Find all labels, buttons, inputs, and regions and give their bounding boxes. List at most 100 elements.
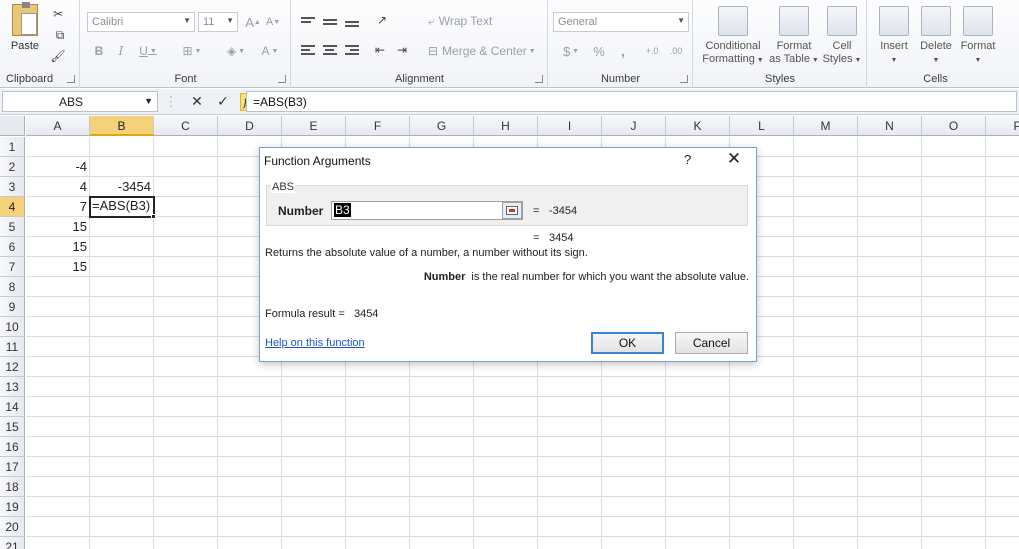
alignment-launcher-icon[interactable]: [535, 75, 543, 83]
column-header-f[interactable]: F: [346, 116, 410, 136]
row-header-3[interactable]: 3: [0, 177, 25, 197]
format-as-table-button[interactable]: Format as Table ▼: [768, 6, 820, 67]
column-header-b[interactable]: B: [90, 116, 154, 136]
column-header-h[interactable]: H: [474, 116, 538, 136]
column-header-n[interactable]: N: [858, 116, 922, 136]
column-header-l[interactable]: L: [730, 116, 794, 136]
column-header-g[interactable]: G: [410, 116, 474, 136]
shrink-font-button[interactable]: A ▼: [265, 13, 281, 31]
orientation-icon[interactable]: ↗: [372, 12, 392, 28]
row-header-5[interactable]: 5: [0, 217, 25, 237]
cell-a7[interactable]: 15: [26, 257, 90, 277]
format-painter-icon[interactable]: 🖌: [50, 48, 66, 64]
column-header-i[interactable]: I: [538, 116, 602, 136]
increase-indent-icon[interactable]: ⇥: [394, 42, 410, 58]
fill-handle[interactable]: [151, 214, 156, 219]
row-header-21[interactable]: 21: [0, 537, 25, 549]
align-bottom-icon[interactable]: [344, 12, 360, 28]
font-name-select[interactable]: Calibri ▼: [87, 12, 195, 32]
row-header-2[interactable]: 2: [0, 157, 25, 177]
collapse-dialog-icon[interactable]: [502, 202, 522, 219]
row-header-20[interactable]: 20: [0, 517, 25, 537]
currency-button[interactable]: $ ▼: [559, 42, 583, 60]
cell-styles-button[interactable]: Cell Styles ▼: [820, 6, 864, 67]
align-right-icon[interactable]: [344, 42, 360, 58]
conditional-formatting-button[interactable]: Conditional Formatting ▼: [698, 6, 768, 67]
format-button[interactable]: Format ▼: [958, 6, 998, 67]
cell-a5[interactable]: 15: [26, 217, 90, 237]
cell-a2[interactable]: -4: [26, 157, 90, 177]
row-header-13[interactable]: 13: [0, 377, 25, 397]
column-header-p[interactable]: P: [986, 116, 1019, 136]
column-header-m[interactable]: M: [794, 116, 858, 136]
row-header-14[interactable]: 14: [0, 397, 25, 417]
row-header-9[interactable]: 9: [0, 297, 25, 317]
row-header-19[interactable]: 19: [0, 497, 25, 517]
font-size-select[interactable]: 11 ▼: [198, 12, 238, 32]
underline-button[interactable]: U ▼: [135, 42, 161, 60]
column-header-k[interactable]: K: [666, 116, 730, 136]
help-on-function-link[interactable]: Help on this function: [265, 337, 365, 349]
row-header-6[interactable]: 6: [0, 237, 25, 257]
comma-button[interactable]: ,: [615, 42, 631, 60]
italic-button[interactable]: I: [113, 42, 129, 60]
help-icon[interactable]: ?: [684, 152, 691, 167]
merge-center-button[interactable]: ⊟ Merge & Center ▼: [428, 42, 544, 60]
cell-a6[interactable]: 15: [26, 237, 90, 257]
copy-icon[interactable]: ⧉: [50, 27, 70, 43]
row-header-12[interactable]: 12: [0, 357, 25, 377]
column-header-c[interactable]: C: [154, 116, 218, 136]
grow-font-button[interactable]: A ▲: [245, 13, 261, 31]
cancel-entry-icon[interactable]: ✕: [188, 93, 206, 111]
row-header-7[interactable]: 7: [0, 257, 25, 277]
decrease-decimal-label: .00: [669, 46, 683, 56]
enter-entry-icon[interactable]: ✓: [214, 93, 232, 111]
active-cell-b4[interactable]: =ABS(B3): [89, 196, 155, 218]
name-box[interactable]: ABS ▼: [2, 91, 158, 112]
row-header-16[interactable]: 16: [0, 437, 25, 457]
cell-a3[interactable]: 4: [26, 177, 90, 197]
align-top-icon[interactable]: [300, 12, 316, 28]
row-header-17[interactable]: 17: [0, 457, 25, 477]
cell-a4[interactable]: 7: [26, 197, 90, 217]
insert-button[interactable]: Insert ▼: [874, 6, 914, 67]
number-argument-input[interactable]: B3: [331, 201, 523, 220]
clipboard-launcher-icon[interactable]: [67, 75, 75, 83]
column-header-j[interactable]: J: [602, 116, 666, 136]
font-launcher-icon[interactable]: [278, 75, 286, 83]
number-launcher-icon[interactable]: [680, 75, 688, 83]
increase-decimal-button[interactable]: +.0: [641, 42, 663, 60]
bold-button[interactable]: B: [91, 42, 107, 60]
row-header-18[interactable]: 18: [0, 477, 25, 497]
select-all-button[interactable]: [0, 116, 25, 136]
cut-icon[interactable]: ✂: [50, 6, 66, 22]
number-format-select[interactable]: General ▼: [553, 12, 689, 32]
decrease-indent-icon[interactable]: ⇤: [372, 42, 388, 58]
decrease-decimal-button[interactable]: .00: [665, 42, 687, 60]
fill-color-icon[interactable]: ◈ ▼: [223, 42, 249, 60]
align-center-icon[interactable]: [322, 42, 338, 58]
cell-b3[interactable]: -3454: [90, 177, 154, 197]
row-header-1[interactable]: 1: [0, 137, 25, 157]
paste-button[interactable]: Paste: [6, 2, 44, 53]
row-header-4[interactable]: 4: [0, 197, 25, 217]
row-header-8[interactable]: 8: [0, 277, 25, 297]
borders-icon[interactable]: ⊞ ▼: [179, 42, 205, 60]
align-middle-icon[interactable]: [322, 12, 338, 28]
ok-button[interactable]: OK: [591, 332, 664, 354]
row-header-10[interactable]: 10: [0, 317, 25, 337]
column-header-e[interactable]: E: [282, 116, 346, 136]
font-color-icon[interactable]: A ▼: [257, 42, 283, 60]
close-icon[interactable]: ✕: [724, 149, 744, 169]
wrap-text-button[interactable]: ⤶ Wrap Text: [428, 12, 508, 30]
column-header-a[interactable]: A: [26, 116, 90, 136]
row-header-11[interactable]: 11: [0, 337, 25, 357]
column-header-o[interactable]: O: [922, 116, 986, 136]
percent-button[interactable]: %: [591, 42, 607, 60]
row-header-15[interactable]: 15: [0, 417, 25, 437]
formula-input[interactable]: =ABS(B3): [246, 91, 1017, 112]
align-left-icon[interactable]: [300, 42, 316, 58]
delete-button[interactable]: Delete ▼: [916, 6, 956, 67]
column-header-d[interactable]: D: [218, 116, 282, 136]
cancel-button[interactable]: Cancel: [675, 332, 748, 354]
